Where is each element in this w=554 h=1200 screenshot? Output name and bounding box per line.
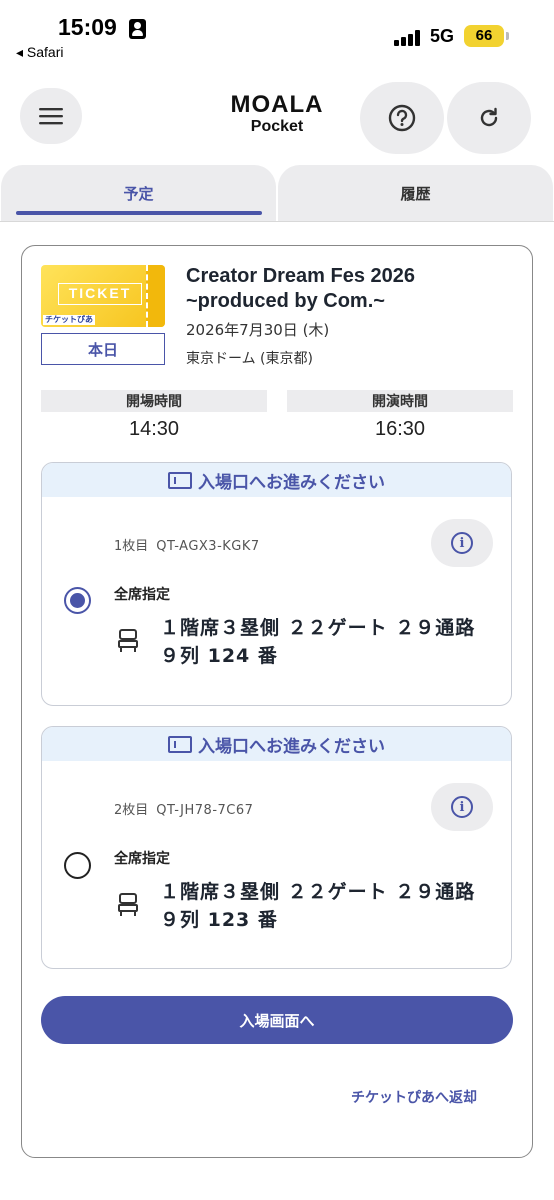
help-button[interactable] [360, 82, 444, 154]
info-icon: i [451, 532, 473, 554]
entry-gate-banner: 入場口へお進みください [42, 727, 511, 761]
seat-location-line1: １階席３塁側 ２２ゲート ２９通路 [160, 617, 476, 639]
refresh-icon [480, 107, 498, 127]
start-time-value: 16:30 [374, 418, 426, 440]
tab-history[interactable]: 履歴 [278, 165, 553, 222]
entry-gate-text: 入場口へお進みください [198, 472, 385, 493]
ticket-image-stub [146, 265, 165, 327]
today-badge: 本日 [41, 333, 165, 365]
menu-button[interactable] [20, 88, 82, 144]
seat-ticket-panel[interactable]: 入場口へお進みください 1枚目 QT-AGX3-KGK7 i 全席指定 １階席３塁… [41, 462, 512, 706]
reload-button[interactable] [447, 82, 531, 154]
event-venue: 東京ドーム (東京都) [186, 351, 313, 367]
entry-gate-text: 入場口へお進みください [198, 736, 385, 757]
ticket-serial: 1枚目 QT-AGX3-KGK7 [114, 535, 260, 554]
ticket-code: QT-JH78-7C67 [156, 803, 254, 818]
ticket-brand-logo: チケットぴあ [43, 315, 95, 325]
ticket-index: 2枚目 [114, 803, 149, 818]
battery-tip [506, 32, 509, 40]
seat-type: 全席指定 [114, 851, 170, 867]
seat-ticket-panel[interactable]: 入場口へお進みください 2枚目 QT-JH78-7C67 i 全席指定 １階席３塁… [41, 726, 512, 969]
logo-main-text: MOALA [230, 91, 324, 118]
open-time-value: 14:30 [128, 418, 180, 440]
app-logo: MOALA Pocket [220, 92, 334, 136]
ticket-image: TICKET チケットぴあ [41, 265, 165, 327]
seat-type: 全席指定 [114, 587, 170, 603]
entry-gate-banner: 入場口へお進みください [42, 463, 511, 497]
seat-icon [118, 893, 138, 916]
event-title-line1: Creator Dream Fes 2026 [186, 265, 416, 287]
ticket-code: QT-AGX3-KGK7 [156, 539, 260, 554]
seat-location-line2: ９列 124 番 [160, 645, 278, 667]
ticket-select-radio[interactable] [64, 587, 91, 614]
event-title[interactable]: Creator Dream Fes 2026 ~produced by Com.… [186, 264, 516, 314]
enter-screen-button[interactable]: 入場画面へ [41, 996, 513, 1044]
open-time-label: 開場時間 [41, 390, 267, 412]
ticket-index: 1枚目 [114, 539, 149, 554]
info-icon: i [451, 796, 473, 818]
seat-icon [118, 629, 138, 652]
signal-icon [394, 29, 422, 46]
status-time: 15:09 [58, 14, 117, 40]
ticket-icon [168, 735, 192, 753]
seat-location-line2: ９列 123 番 [160, 909, 278, 931]
ticket-serial: 2枚目 QT-JH78-7C67 [114, 799, 253, 818]
ticket-info-button[interactable]: i [431, 519, 493, 567]
logo-sub-text: Pocket [250, 118, 304, 135]
network-type: 5G [430, 26, 455, 46]
tab-divider [0, 221, 554, 222]
person-badge-icon [129, 19, 146, 39]
seat-location-line1: １階席３塁側 ２２ゲート ２９通路 [160, 881, 476, 903]
return-to-pia-link[interactable]: チケットぴあへ返却 [351, 1087, 477, 1107]
start-time-label: 開演時間 [287, 390, 513, 412]
hamburger-icon [39, 108, 63, 125]
ticket-info-button[interactable]: i [431, 783, 493, 831]
ticket-select-radio[interactable] [64, 852, 91, 879]
back-to-safari-link[interactable]: ◂ Safari [16, 44, 64, 61]
event-title-line2: ~produced by Com.~ [186, 290, 385, 312]
question-circle-icon [388, 104, 416, 132]
active-tab-indicator [16, 211, 262, 215]
ticket-icon [168, 471, 192, 489]
ticket-image-label: TICKET [58, 283, 142, 305]
battery-icon: 66 [464, 25, 504, 47]
event-date: 2026年7月30日 (木) [186, 321, 330, 339]
